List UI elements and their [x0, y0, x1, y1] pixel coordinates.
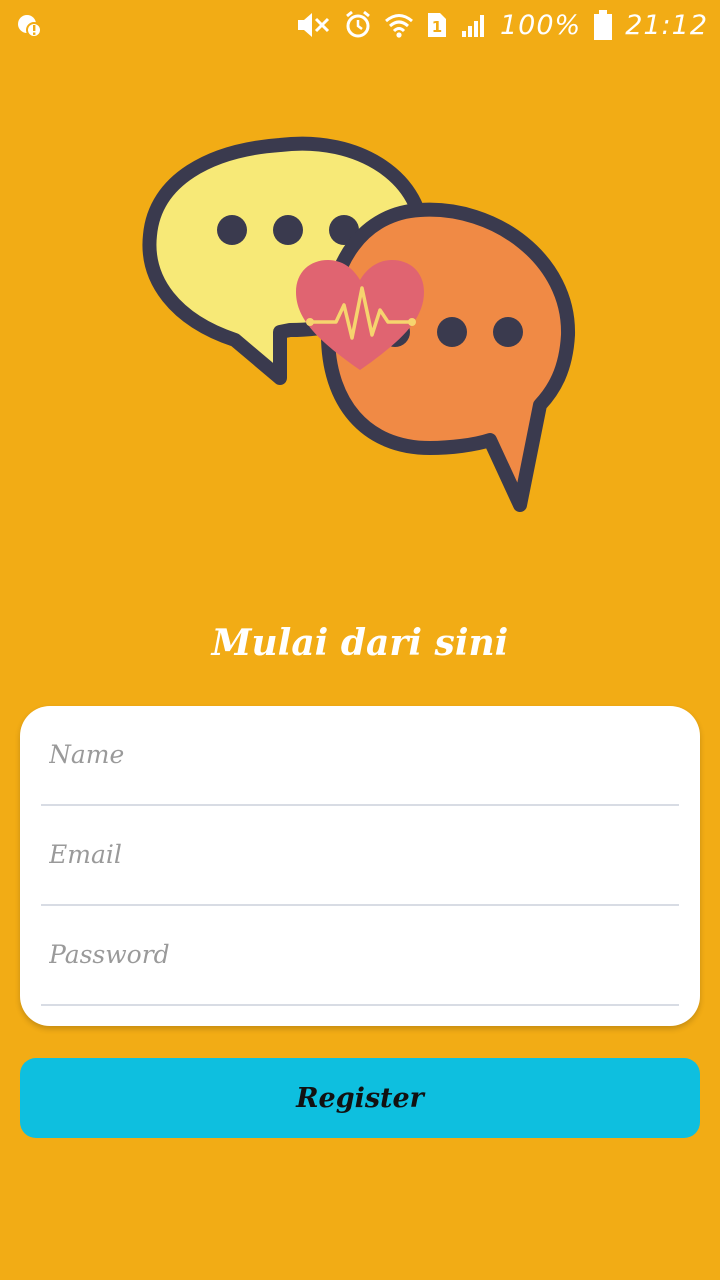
name-input[interactable] — [49, 732, 669, 776]
register-button[interactable]: Register — [20, 1058, 700, 1138]
page-title: Mulai dari sini — [211, 622, 509, 664]
svg-text:1: 1 — [432, 18, 442, 36]
battery-percent: 100% — [499, 9, 582, 41]
alarm-icon — [346, 10, 370, 38]
chat-bubbles-illustration — [142, 136, 576, 512]
password-field-container — [41, 906, 679, 1006]
email-input[interactable] — [49, 832, 669, 876]
wifi-icon — [385, 14, 413, 38]
register-form-card — [20, 706, 700, 1026]
email-field-container — [41, 806, 679, 906]
clock: 21:12 — [625, 9, 708, 41]
register-screen: 1 100% 21:12 Mulai dari sini Name Email … — [0, 0, 720, 1280]
notification-icon — [18, 15, 42, 38]
status-bar: 1 100% 21:12 — [0, 0, 720, 50]
battery-icon — [594, 10, 613, 40]
password-input[interactable] — [49, 932, 669, 976]
mute-icon — [297, 13, 330, 37]
sim-icon: 1 — [427, 13, 446, 37]
name-field-container — [41, 706, 679, 806]
signal-icon — [461, 15, 484, 37]
